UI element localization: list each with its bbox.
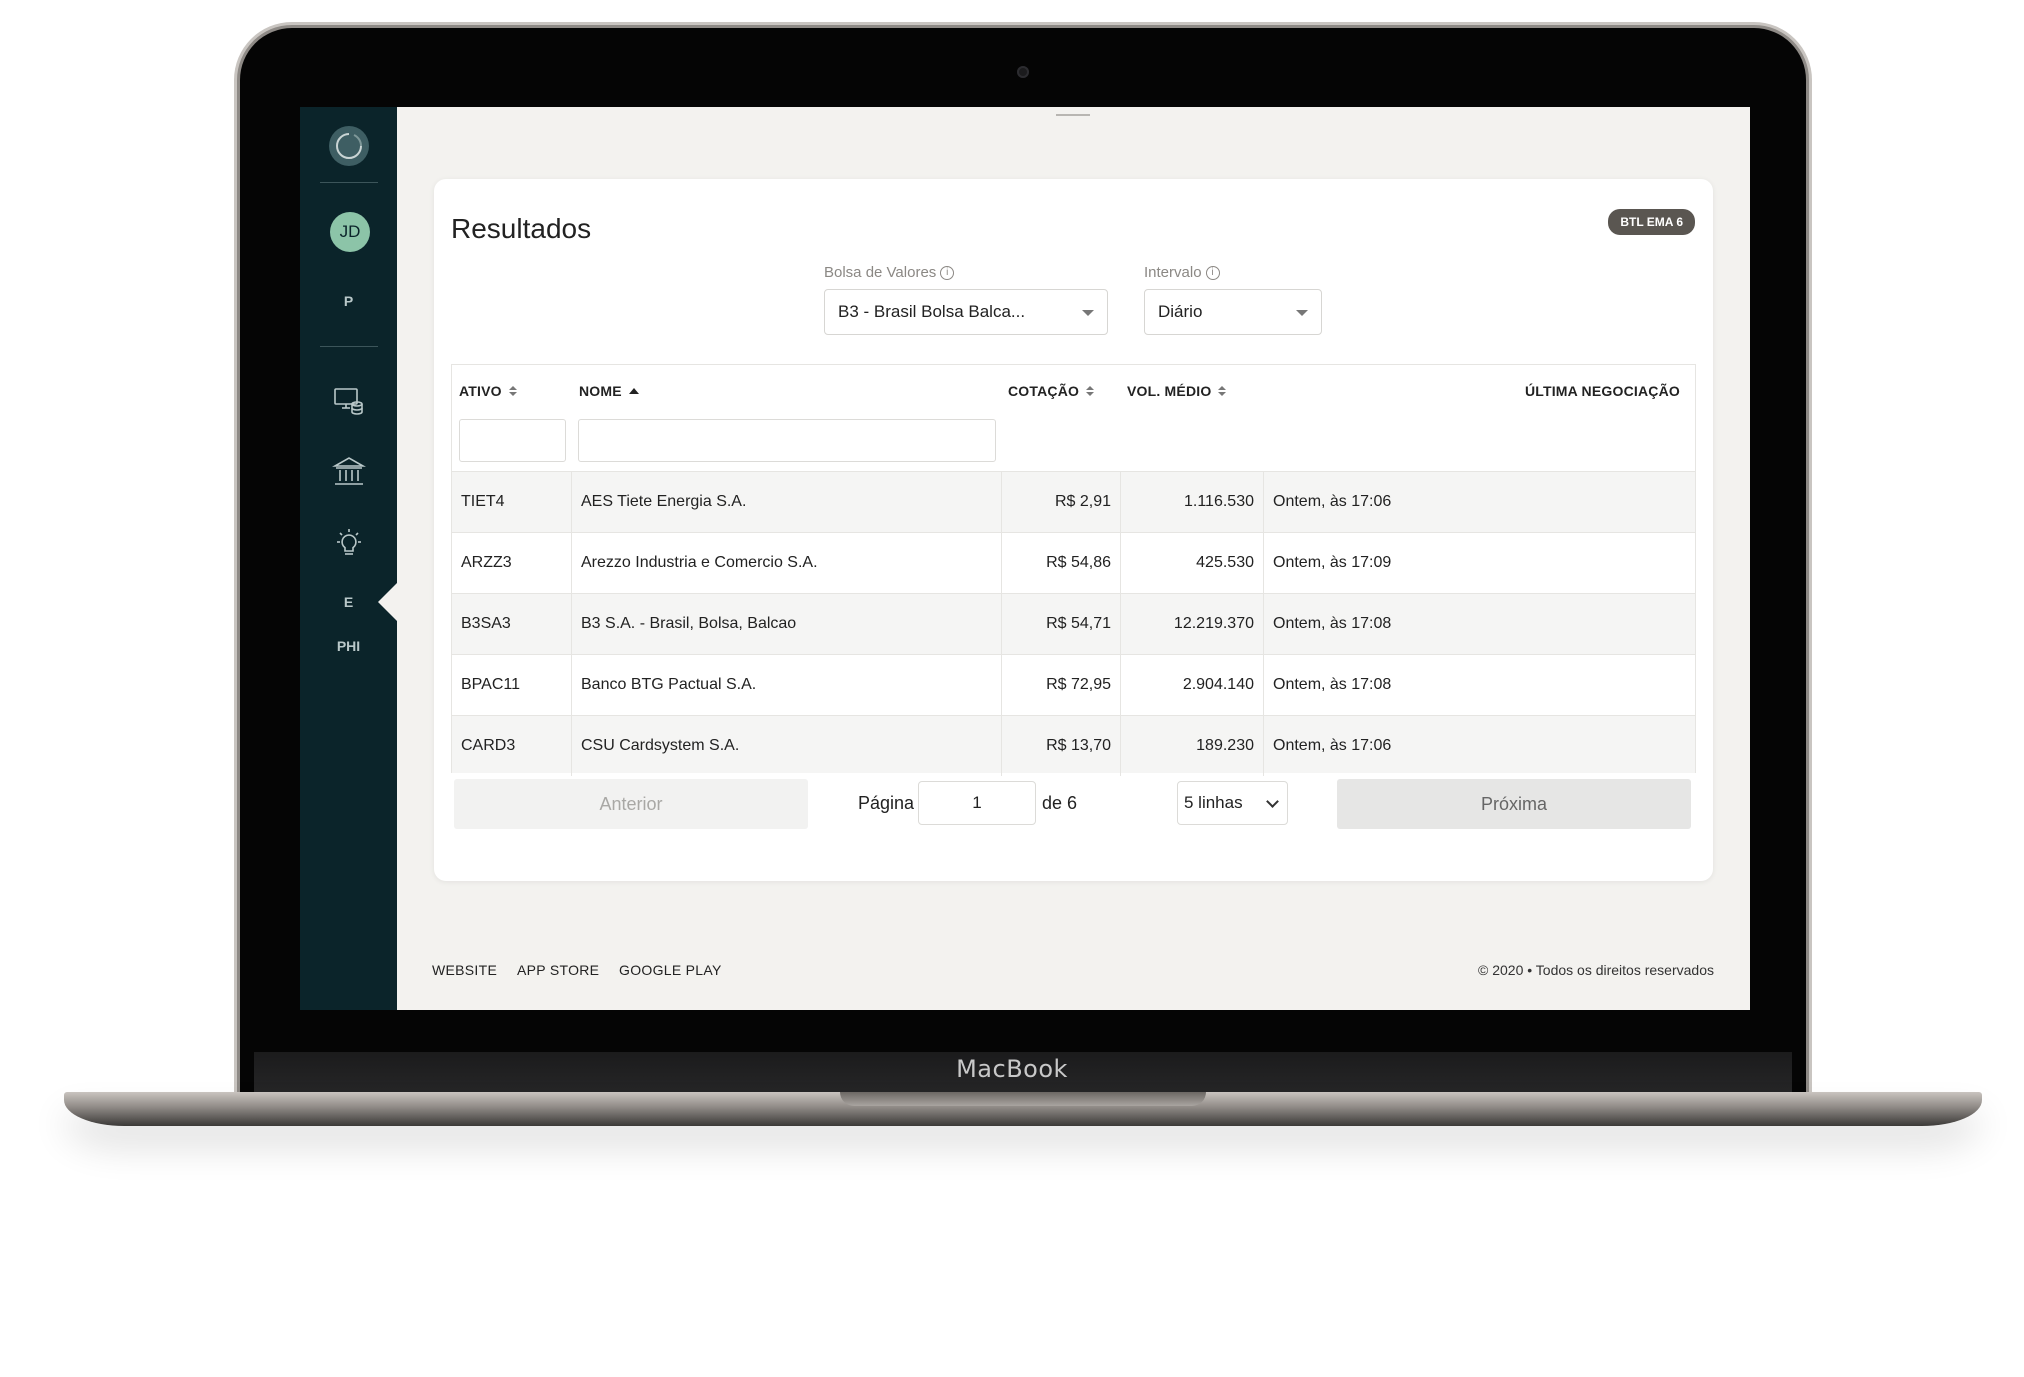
sort-ascending-icon <box>628 388 639 394</box>
ativo-filter-input[interactable] <box>459 419 566 462</box>
exchange-select-value: B3 - Brasil Bolsa Balca... <box>838 302 1026 321</box>
caret-down-icon <box>1296 310 1308 316</box>
interval-select-value: Diário <box>1158 302 1203 321</box>
column-header-label: ÚLTIMA NEGOCIAÇÃO <box>1524 383 1680 399</box>
sidebar-item-p[interactable]: P <box>300 293 397 309</box>
cell-ativo: B3SA3 <box>461 615 511 632</box>
monitor-coins-icon[interactable] <box>332 383 366 417</box>
cell-ultima: Ontem, às 17:06 <box>1263 716 1695 776</box>
column-header-label: NOME <box>579 383 622 399</box>
cell-nome: Banco BTG Pactual S.A. <box>571 655 1001 715</box>
cell-cotacao: R$ 54,71 <box>1001 594 1120 654</box>
cell-ultima: Ontem, às 17:09 <box>1263 533 1695 593</box>
next-button[interactable]: Próxima <box>1337 779 1691 829</box>
lightbulb-icon[interactable] <box>332 527 366 561</box>
footer-link-website[interactable]: WEBSITE <box>432 962 497 978</box>
cell-nome: B3 S.A. - Brasil, Bolsa, Balcao <box>571 594 1001 654</box>
device-brand-label: MacBook <box>956 1055 1068 1083</box>
cell-cotacao: R$ 13,70 <box>1001 716 1120 776</box>
results-card: Resultados BTL EMA 6 Bolsa de Valores i … <box>434 179 1713 881</box>
cell-ativo: TIET4 <box>461 493 505 510</box>
exchange-select[interactable]: B3 - Brasil Bolsa Balca... <box>824 289 1108 335</box>
cell-cotacao: R$ 54,86 <box>1001 533 1120 593</box>
camera-icon <box>1017 66 1029 78</box>
cell-ativo: BPAC11 <box>461 676 520 693</box>
column-header-label: COTAÇÃO <box>1008 383 1080 399</box>
previous-button[interactable]: Anterior <box>454 779 808 829</box>
caret-down-icon <box>1082 310 1094 316</box>
cell-volume: 1.116.530 <box>1120 472 1263 532</box>
sidebar-divider <box>320 346 378 347</box>
cell-ultima: Ontem, às 17:08 <box>1263 655 1695 715</box>
info-icon[interactable]: i <box>1205 265 1220 280</box>
sort-icon <box>1218 386 1227 396</box>
column-header-ativo[interactable]: ATIVO <box>459 383 517 399</box>
column-header-cotacao[interactable]: COTAÇÃO <box>1008 383 1095 399</box>
avatar[interactable]: JD <box>330 212 370 252</box>
sort-icon <box>1086 386 1095 396</box>
page-number-input[interactable]: 1 <box>918 781 1036 825</box>
exchange-label-text: Bolsa de Valores <box>824 264 937 281</box>
exchange-label: Bolsa de Valores i <box>824 264 955 281</box>
interval-label: Intervalo i <box>1144 264 1220 281</box>
cell-nome: AES Tiete Energia S.A. <box>571 472 1001 532</box>
page-count-label: de 6 <box>1042 793 1078 813</box>
cell-ativo: ARZZ3 <box>461 554 512 571</box>
nome-filter-input[interactable] <box>578 419 996 462</box>
table-row[interactable]: TIET4 AES Tiete Energia S.A. R$ 2,91 1.1… <box>452 471 1695 532</box>
interval-select[interactable]: Diário <box>1144 289 1322 335</box>
drag-handle <box>1056 114 1090 116</box>
column-header-volume[interactable]: VOL. MÉDIO <box>1127 383 1227 399</box>
column-header-label: ATIVO <box>459 383 502 399</box>
sort-icon <box>508 386 517 396</box>
cell-cotacao: R$ 2,91 <box>1001 472 1120 532</box>
rows-per-page-select[interactable]: 5 linhas <box>1177 781 1288 825</box>
interval-label-text: Intervalo <box>1144 264 1202 281</box>
bank-icon[interactable] <box>331 455 367 489</box>
results-table: ATIVO NOME COTAÇÃO VOL. MÉDIO ÚLTIMA NEG… <box>451 364 1696 776</box>
cell-volume: 425.530 <box>1120 533 1263 593</box>
app-logo-icon[interactable] <box>329 126 369 166</box>
cell-cotacao: R$ 72,95 <box>1001 655 1120 715</box>
laptop-notch <box>840 1092 1206 1106</box>
column-header-ultima: ÚLTIMA NEGOCIAÇÃO <box>1525 383 1680 399</box>
sidebar-divider <box>320 182 378 183</box>
app-screen: JD P E PHI Resultados BTL EMA 6 Bolsa de… <box>300 107 1750 1010</box>
column-header-label: VOL. MÉDIO <box>1127 383 1212 399</box>
table-row[interactable]: CARD3 CSU Cardsystem S.A. R$ 13,70 189.2… <box>452 715 1695 776</box>
cell-ultima: Ontem, às 17:08 <box>1263 594 1695 654</box>
strategy-badge: BTL EMA 6 <box>1608 209 1695 235</box>
cell-nome: CSU Cardsystem S.A. <box>571 716 1001 776</box>
cell-volume: 12.219.370 <box>1120 594 1263 654</box>
table-row[interactable]: ARZZ3 Arezzo Industria e Comercio S.A. R… <box>452 532 1695 593</box>
info-icon[interactable]: i <box>940 265 955 280</box>
page-label: Página <box>858 793 915 813</box>
cell-volume: 189.230 <box>1120 716 1263 776</box>
copyright-text: © 2020 • Todos os direitos reservados <box>1478 962 1714 978</box>
footer-link-app-store[interactable]: APP STORE <box>517 962 599 978</box>
cell-ultima: Ontem, às 17:06 <box>1263 472 1695 532</box>
footer-link-google-play[interactable]: GOOGLE PLAY <box>619 962 722 978</box>
active-item-pointer <box>378 583 397 621</box>
cell-nome: Arezzo Industria e Comercio S.A. <box>571 533 1001 593</box>
table-row[interactable]: BPAC11 Banco BTG Pactual S.A. R$ 72,95 2… <box>452 654 1695 715</box>
column-header-nome[interactable]: NOME <box>579 383 639 399</box>
table-row[interactable]: B3SA3 B3 S.A. - Brasil, Bolsa, Balcao R$… <box>452 593 1695 654</box>
cell-ativo: CARD3 <box>461 737 516 754</box>
page-title: Resultados <box>451 213 592 244</box>
sidebar-item-phi[interactable]: PHI <box>300 638 397 654</box>
chevron-down-icon <box>1266 795 1279 808</box>
sidebar: JD P E PHI <box>300 107 397 1010</box>
cell-volume: 2.904.140 <box>1120 655 1263 715</box>
rows-per-page-value: 5 linhas <box>1184 793 1243 812</box>
